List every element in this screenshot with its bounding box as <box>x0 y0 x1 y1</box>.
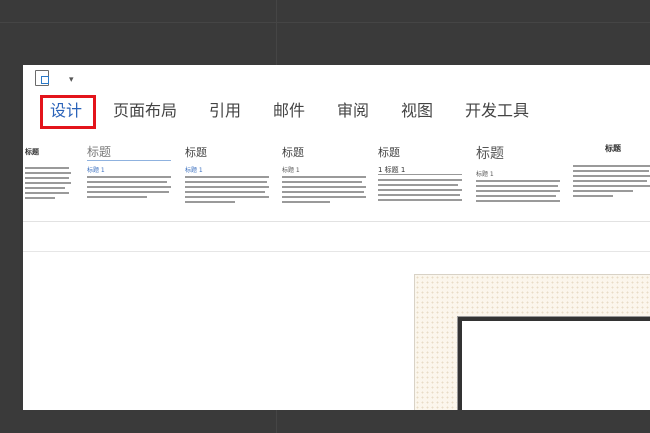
style-gallery: 标题 标题 标题 1 标题 标题 1 标题 标题 1 标题 1 标题 1 标题 … <box>23 135 650 222</box>
tab-developer[interactable]: 开发工具 <box>465 93 529 129</box>
word-window: ▾ 设计 页面布局 引用 邮件 审阅 视图 开发工具 标题 标题 标题 1 标题… <box>23 65 650 410</box>
style-thumbnail[interactable]: 标题 1 标题 1 <box>376 135 466 221</box>
page-border-preview <box>458 317 650 410</box>
save-icon[interactable] <box>35 70 49 86</box>
background-gridline <box>0 22 650 23</box>
style-title: 标题 <box>185 146 207 159</box>
style-title: 标题 <box>25 148 39 156</box>
style-title: 标题 <box>378 146 400 159</box>
style-subtitle: 标题 1 <box>185 167 203 174</box>
style-thumbnail[interactable]: 标题 <box>571 135 650 221</box>
page-preview <box>414 274 650 410</box>
ribbon-tabs: 设计 页面布局 引用 邮件 审阅 视图 开发工具 <box>23 93 650 129</box>
document-canvas <box>23 252 650 410</box>
style-title: 标题 <box>282 146 304 159</box>
style-subtitle: 标题 1 <box>87 167 105 174</box>
tab-references[interactable]: 引用 <box>209 93 241 129</box>
style-title: 标题 <box>605 144 621 153</box>
tab-mailings[interactable]: 邮件 <box>273 93 305 129</box>
style-subtitle: 标题 1 <box>282 167 300 174</box>
style-thumbnail[interactable]: 标题 标题 1 <box>85 135 175 221</box>
chevron-down-icon[interactable]: ▾ <box>69 75 74 85</box>
ribbon-lower-area <box>23 223 650 252</box>
style-thumbnail[interactable]: 标题 标题 1 <box>183 135 273 221</box>
style-title: 标题 <box>87 145 112 159</box>
tab-review[interactable]: 审阅 <box>337 93 369 129</box>
tab-highlight-box <box>40 95 96 129</box>
tab-view[interactable]: 视图 <box>401 93 433 129</box>
style-subtitle: 标题 1 <box>476 171 494 178</box>
style-thumbnail[interactable]: 标题 标题 1 <box>280 135 370 221</box>
style-title: 标题 <box>476 146 504 162</box>
tab-page-layout[interactable]: 页面布局 <box>113 93 177 129</box>
style-thumbnail[interactable]: 标题 标题 1 <box>474 135 564 221</box>
